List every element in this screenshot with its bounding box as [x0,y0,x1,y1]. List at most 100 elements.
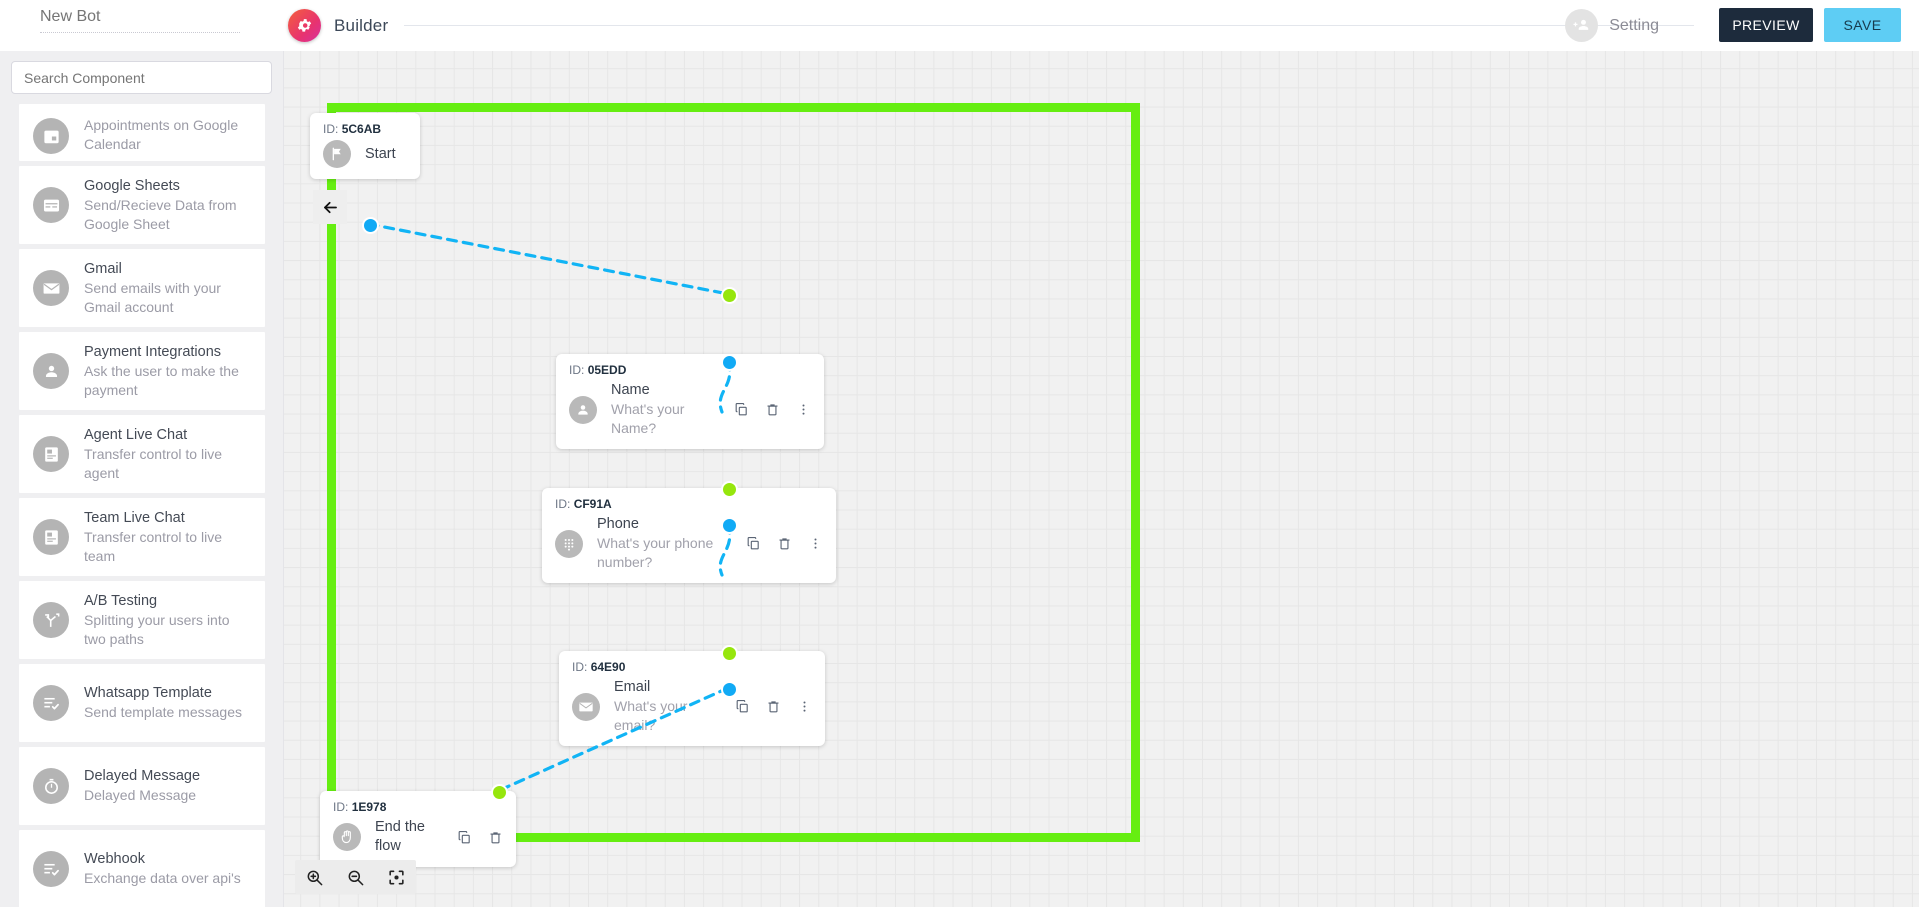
component-item-webhook[interactable]: Webhook Exchange data over api's [19,830,265,907]
node-copy-action[interactable] [734,402,749,417]
node-actions[interactable] [716,402,811,417]
component-item-agent-live-chat[interactable]: Agent Live Chat Transfer control to live … [19,415,265,493]
agent-card-icon [44,529,58,545]
zoom-in-icon [307,870,323,885]
node-title: Email [614,679,651,695]
component-text: Payment Integrations Ask the user to make… [84,343,251,400]
split-branch-icon-wrap [33,602,69,638]
copy-icon [458,830,470,843]
gear-icon [288,9,321,42]
canvas-zoom-controls[interactable] [295,860,416,894]
node-more-vertical-action[interactable] [808,536,823,551]
node-actions[interactable] [439,830,503,845]
node-trash-action[interactable] [766,699,781,714]
component-title: Google Sheets [84,177,180,194]
component-text: Google Sheets Send/Recieve Data from Goog… [84,177,251,234]
node-id: ID: 64E90 [572,660,812,674]
zoom-in-button[interactable] [303,866,326,889]
flow-node-name[interactable]: ID: 05EDD Name What's your Name? [556,354,824,449]
node-text: Name What's your Name? [611,381,716,438]
component-text: Gmail Send emails with your Gmail account [84,260,251,317]
node-id-label: ID: [569,363,585,377]
node-source-handle[interactable] [721,681,738,698]
node-source-handle[interactable] [721,354,738,371]
copy-icon [736,700,748,713]
flow-node-email[interactable]: ID: 64E90 Email What's your email? [559,651,825,746]
node-id: ID: 5C6AB [323,122,407,136]
zoom-out-button[interactable] [344,866,367,889]
component-title: Whatsapp Template [84,685,212,701]
node-text: Phone What's your phone number? [597,515,728,572]
node-id-value: 05EDD [587,363,627,377]
node-target-handle[interactable] [721,481,738,498]
node-text: End the flow [375,818,439,856]
flow-node-start[interactable]: ID: 5C6AB Start [310,113,420,179]
component-desc: Ask the user to make the payment [84,362,239,398]
node-copy-action[interactable] [457,830,472,845]
node-actions[interactable] [728,536,823,551]
envelope-icon [579,702,593,711]
more-vertical-icon [803,701,806,712]
node-more-vertical-action[interactable] [797,699,812,714]
envelope-icon [43,282,59,294]
component-list[interactable]: Appointments on Google Calendar Google Sh… [0,104,284,907]
flow-node-end-the-flow[interactable]: ID: 1E978 End the flow [320,791,516,867]
node-actions[interactable] [717,699,812,714]
list-check-icon [43,697,59,710]
node-trash-action[interactable] [488,830,503,845]
spreadsheet-icon [43,199,59,211]
node-id-value: 1E978 [351,800,387,814]
node-subtitle: What's your phone number? [597,535,714,570]
node-target-handle[interactable] [491,784,508,801]
bot-name-input[interactable] [40,8,240,32]
node-title: End the flow [375,819,425,854]
fit-view-button[interactable] [385,866,408,889]
node-target-handle[interactable] [721,287,738,304]
person-icon-wrap [569,395,597,424]
node-target-handle[interactable] [721,645,738,662]
calendar-icon [43,130,59,143]
setting-button[interactable]: Setting [1565,9,1659,42]
node-more-vertical-action[interactable] [796,402,811,417]
component-item-google-sheets[interactable]: Google Sheets Send/Recieve Data from Goog… [19,166,265,244]
component-text: Agent Live Chat Transfer control to live … [84,426,251,483]
node-trash-action[interactable] [777,536,792,551]
flow-canvas[interactable]: ID: 5C6AB Start ID: 05EDD Name What's your N… [284,51,1919,907]
node-id: ID: 1E978 [333,800,503,814]
node-subtitle: What's your Name? [611,401,685,436]
component-item-team-live-chat[interactable]: Team Live Chat Transfer control to live t… [19,498,265,576]
fit-view-icon [389,870,404,884]
node-source-handle[interactable] [721,517,738,534]
component-text: Whatsapp Template Send template messages [84,684,242,722]
list-check-icon [43,863,59,876]
save-button[interactable]: SAVE [1824,8,1901,42]
node-id-label: ID: [333,800,349,814]
node-trash-action[interactable] [765,402,780,417]
component-title: Agent Live Chat [84,426,188,443]
flow-node-phone[interactable]: ID: CF91A Phone What's your phone number? [542,488,836,583]
agent-card-icon-wrap [33,519,69,555]
preview-button[interactable]: PREVIEW [1719,8,1813,42]
node-copy-action[interactable] [746,536,761,551]
component-item-appointments-on-google-calendar[interactable]: Appointments on Google Calendar [19,104,265,161]
component-text: Team Live Chat Transfer control to live t… [84,509,251,566]
node-id-value: 5C6AB [341,122,382,136]
component-desc: Delayed Message [84,787,197,803]
node-id-label: ID: [323,122,339,136]
node-source-handle[interactable] [362,217,379,234]
stop-hand-icon-wrap [333,823,361,851]
copy-icon [747,537,759,550]
node-id-label: ID: [572,660,588,674]
search-input[interactable] [12,62,271,93]
collapse-sidebar-button[interactable] [313,190,347,224]
component-item-whatsapp-template[interactable]: Whatsapp Template Send template messages [19,664,265,742]
component-item-gmail[interactable]: Gmail Send emails with your Gmail account [19,249,265,327]
node-copy-action[interactable] [735,699,750,714]
envelope-icon-wrap [572,692,600,721]
component-item-a-b-testing[interactable]: A/B Testing Splitting your users into two… [19,581,265,659]
builder-tab[interactable]: Builder [288,0,1695,51]
list-check-icon-wrap [33,685,69,721]
component-item-payment-integrations[interactable]: Payment Integrations Ask the user to make… [19,332,265,410]
component-desc: Send/Recieve Data from Google Sheet [84,196,237,232]
component-item-delayed-message[interactable]: Delayed Message Delayed Message [19,747,265,825]
